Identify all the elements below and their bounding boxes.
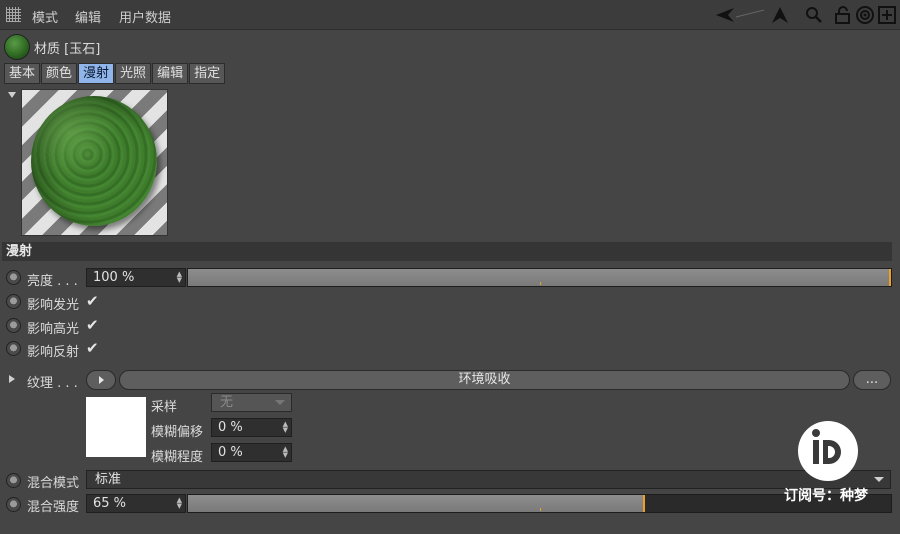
brightness-label: 亮度 . . . <box>27 274 78 289</box>
affect-specular-checkbox[interactable]: ✔ <box>86 316 99 334</box>
brightness-animate-radio[interactable] <box>6 270 21 285</box>
section-title: 漫射 <box>2 242 892 261</box>
lock-icon[interactable] <box>833 5 853 25</box>
blur-scale-field[interactable]: 0 % ▲ ▼ <box>211 443 292 462</box>
tab-diffusion[interactable]: 漫射 <box>78 63 115 84</box>
blend-strength-value: 65 % <box>93 496 127 511</box>
slider-tick <box>540 282 541 285</box>
material-thumbnail-icon <box>4 34 30 60</box>
texture-label: 纹理 . . . <box>27 376 78 391</box>
chevron-down-icon <box>275 400 285 405</box>
blend-mode-label: 混合模式 <box>27 476 80 491</box>
sampling-value: 无 <box>220 395 234 410</box>
collapse-preview-icon[interactable] <box>8 92 16 98</box>
menu-mode[interactable]: 模式 <box>32 7 58 26</box>
material-title: 材质 [玉石] <box>34 42 101 57</box>
brightness-value: 100 % <box>93 270 135 285</box>
blend-strength-field[interactable]: 65 % ▲ ▼ <box>86 494 186 513</box>
texture-more-button[interactable]: ... <box>853 370 891 390</box>
affect-specular-label: 影响高光 <box>27 322 80 337</box>
blend-strength-slider-fill <box>188 495 645 512</box>
texture-menu-button[interactable] <box>86 370 116 390</box>
blur-offset-value: 0 % <box>218 420 243 435</box>
texture-shader-button[interactable]: 环境吸收 <box>119 370 850 390</box>
up-arrow-icon[interactable] <box>770 5 790 25</box>
blend-mode-value: 标准 <box>95 472 122 487</box>
watermark-logo-icon <box>798 421 858 481</box>
affect-luminance-label: 影响发光 <box>27 298 80 313</box>
tab-illumination[interactable]: 光照 <box>115 63 152 84</box>
brightness-slider[interactable] <box>187 268 892 287</box>
blend-mode-radio[interactable] <box>6 473 21 488</box>
preview-sphere <box>31 96 157 226</box>
brightness-field[interactable]: 100 % ▲ ▼ <box>86 268 186 287</box>
blur-scale-label: 模糊程度 <box>151 450 204 465</box>
watermark-text: 订阅号：种梦 <box>784 488 868 504</box>
menu-edit[interactable]: 编辑 <box>75 7 101 26</box>
slider-tick <box>540 508 541 511</box>
tab-editor[interactable]: 编辑 <box>152 63 189 84</box>
spinner-icon[interactable]: ▲ ▼ <box>177 271 182 284</box>
affect-reflection-label: 影响反射 <box>27 345 80 360</box>
back-arrow-icon[interactable] <box>714 5 766 25</box>
search-icon[interactable] <box>804 5 824 25</box>
blur-offset-label: 模糊偏移 <box>151 425 204 440</box>
spinner-icon[interactable]: ▲ ▼ <box>177 497 182 510</box>
affect-reflection-checkbox[interactable]: ✔ <box>86 339 99 357</box>
sampling-label: 采样 <box>151 400 178 415</box>
affect-luminance-checkbox[interactable]: ✔ <box>86 292 99 310</box>
blur-scale-value: 0 % <box>218 445 243 460</box>
blur-offset-field[interactable]: 0 % ▲ ▼ <box>211 418 292 437</box>
tab-assign[interactable]: 指定 <box>189 63 226 84</box>
tab-basic[interactable]: 基本 <box>4 63 41 84</box>
material-preview[interactable] <box>21 89 168 236</box>
target-icon[interactable] <box>855 5 875 25</box>
chevron-down-icon <box>874 477 884 482</box>
tab-color[interactable]: 颜色 <box>41 63 78 84</box>
affect-specular-radio[interactable] <box>6 318 21 333</box>
texture-preview <box>86 397 146 457</box>
affect-luminance-radio[interactable] <box>6 294 21 309</box>
blend-mode-dropdown[interactable]: 标准 <box>86 470 891 489</box>
blend-strength-label: 混合强度 <box>27 500 80 515</box>
sampling-dropdown[interactable]: 无 <box>211 393 292 412</box>
affect-reflection-radio[interactable] <box>6 341 21 356</box>
blend-strength-radio[interactable] <box>6 497 21 512</box>
grip-icon[interactable] <box>6 7 21 22</box>
spinner-icon[interactable]: ▲ ▼ <box>283 446 288 459</box>
tab-bar: 基本 颜色 漫射 光照 编辑 指定 <box>4 63 226 84</box>
new-window-icon[interactable] <box>877 5 897 25</box>
menu-bar: 模式 编辑 用户数据 <box>0 0 900 30</box>
expand-texture-icon[interactable] <box>9 375 15 383</box>
menu-user-data[interactable]: 用户数据 <box>119 7 171 26</box>
play-icon <box>99 376 104 384</box>
spinner-icon[interactable]: ▲ ▼ <box>283 421 288 434</box>
